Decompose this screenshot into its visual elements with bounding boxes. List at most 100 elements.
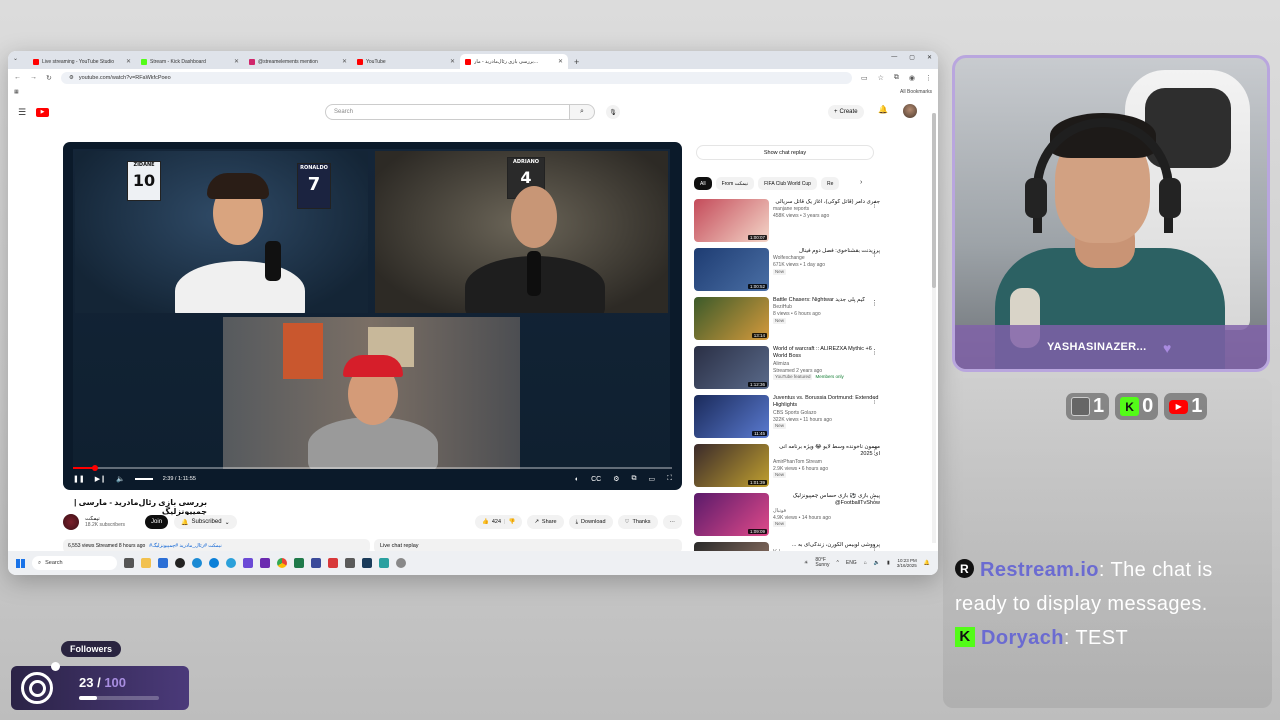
settings-icon[interactable] [396, 558, 406, 568]
new-tab-button[interactable]: + [574, 57, 579, 67]
language-indicator[interactable]: ENG [846, 560, 857, 566]
cast-icon[interactable]: ▭ [861, 74, 868, 82]
apps-icon[interactable]: ▦ [14, 89, 19, 95]
page-scrollbar[interactable] [932, 113, 936, 543]
recommendation-thumbnail[interactable]: 1:00:52 [694, 248, 769, 291]
recommendation-thumbnail[interactable]: 1:00:07 [694, 199, 769, 242]
settings-gear-icon[interactable]: ⚙ [613, 475, 619, 483]
browser-tab[interactable]: @streamelements mention ✕ [244, 54, 352, 69]
weather[interactable]: 80°F Sunny [815, 557, 829, 569]
browser-tab[interactable]: بررسی بازی رئال‌مادرید - مار... ✕ [460, 54, 568, 69]
channel-avatar[interactable] [63, 514, 79, 530]
next-icon[interactable]: ▶❙ [95, 475, 106, 483]
fullscreen-icon[interactable]: ⛶ [667, 475, 672, 483]
recommendation-item[interactable]: 1:00:07 جفری دامر (قاتل کوکی)، آغاز یک قا… [694, 199, 880, 248]
file-explorer-icon[interactable] [141, 558, 151, 568]
app-icon-1[interactable] [158, 558, 168, 568]
more-actions-button[interactable]: ⋯ [662, 515, 682, 529]
video-frame[interactable]: ZIDANE 10 RONALDO 7 ADRIANO 4 [73, 149, 670, 469]
recommendation-item[interactable]: 11:45 Juventus vs. Borussia Dortmund: Ext… [694, 395, 880, 444]
battery-icon[interactable]: ▮ [887, 560, 890, 566]
miniplayer-icon[interactable]: ⧉ [631, 475, 636, 483]
minimize-icon[interactable]: — [891, 54, 897, 61]
recommendation-title[interactable]: جفری دامر (قاتل کوکی)، آغاز یک قاتل سریا… [773, 199, 880, 206]
recommendation-item[interactable]: 1:12:36 World of warcraft :: ALIREZXA Myt… [694, 346, 880, 395]
bookmark-star-icon[interactable]: ☆ [878, 74, 884, 82]
video-player[interactable]: ZIDANE 10 RONALDO 7 ADRIANO 4 ❚❚ ▶❙ 🔈 2:… [63, 142, 682, 490]
filter-chip[interactable]: From نیمکت [715, 177, 755, 190]
recommendation-item[interactable]: 13:14 Battle Chasers: Nightwar گیم پلی جد… [694, 297, 880, 346]
like-button[interactable]: 👍 424 | 👎 [474, 515, 523, 529]
filter-chip[interactable]: Re [820, 177, 840, 190]
recommendation-title[interactable]: پرووشی لوبیس الکورن، زندگی‌ای به ... [773, 542, 880, 549]
more-options-icon[interactable]: ⋮ [871, 495, 878, 503]
more-options-icon[interactable]: ⋮ [871, 397, 878, 405]
search-input[interactable]: Search [325, 104, 570, 120]
omnibox[interactable]: ⚙ youtube.com/watch?v=RFaWkfcPoeo [60, 71, 852, 84]
network-icon[interactable]: ⌂ [864, 560, 867, 566]
captions-icon[interactable]: CC [591, 476, 601, 483]
recommendation-title[interactable]: پیش بازی ⚽ بازی حساس چمپیونزلیگ Football… [773, 493, 880, 508]
back-icon[interactable]: ← [14, 74, 21, 81]
recommendation-thumbnail[interactable]: 11:45 [694, 395, 769, 438]
taskbar-search[interactable]: ⌕ Search [32, 556, 117, 570]
reload-icon[interactable]: ↻ [46, 74, 52, 82]
app-icon-5[interactable] [294, 558, 304, 568]
filter-chip[interactable]: All [694, 177, 712, 190]
subscribed-button[interactable]: 🔔 Subscribed ⌄ [174, 515, 237, 529]
recommendation-channel[interactable]: AmirPhanTom Stream [773, 459, 880, 466]
more-options-icon[interactable]: ⋮ [871, 250, 878, 258]
volume-slider[interactable] [134, 478, 153, 480]
show-chat-replay-button[interactable]: Show chat replay [696, 145, 874, 160]
share-button[interactable]: ↗ Share [527, 515, 564, 529]
recommendation-thumbnail[interactable]: 1:01:39 [694, 444, 769, 487]
app-icon-3[interactable] [192, 558, 202, 568]
tab-close-icon[interactable]: ✕ [234, 58, 239, 65]
app-icon-4[interactable] [260, 558, 270, 568]
recommendation-channel[interactable]: فوتبال [773, 508, 880, 515]
voice-search-button[interactable]: 🎙 [606, 105, 620, 119]
recommendation-title[interactable]: پرزیدنت بقشناخوی: فصل دوم فینال [773, 248, 880, 255]
recommendation-item[interactable]: 1:01:39 مهمون ناخونده وسط لایو 😂 ویژه برن… [694, 444, 880, 493]
app-icon-8[interactable] [345, 558, 355, 568]
recommendation-title[interactable]: مهمون ناخونده وسط لایو 😂 ویژه برنامه آنی… [773, 444, 880, 459]
notifications-bell-icon[interactable]: 🔔 [878, 105, 888, 114]
menu-hamburger-icon[interactable]: ☰ [18, 107, 26, 118]
thanks-button[interactable]: ♡ Thanks [617, 515, 658, 529]
youtube-logo[interactable]: ▶ [36, 107, 50, 117]
tab-close-icon[interactable]: ✕ [558, 58, 563, 65]
task-view-icon[interactable] [124, 558, 134, 568]
tab-close-icon[interactable]: ✕ [342, 58, 347, 65]
clock[interactable]: 10:23 PM 3/16/2025 [897, 558, 917, 569]
app-icon-2[interactable] [175, 558, 185, 568]
more-options-icon[interactable]: ⋮ [871, 299, 878, 307]
pause-icon[interactable]: ❚❚ [73, 475, 85, 483]
recommendation-channel[interactable]: BeziHub [773, 304, 880, 311]
user-avatar[interactable] [903, 104, 917, 118]
recommendation-title[interactable]: World of warcraft :: ALIREZXA Mythic +6 … [773, 346, 880, 361]
create-button[interactable]: + Create [828, 105, 864, 119]
browser-tab[interactable]: Stream - Kick Dashboard ✕ [136, 54, 244, 69]
app-icon-9[interactable] [379, 558, 389, 568]
forward-icon[interactable]: → [30, 74, 37, 81]
download-button[interactable]: ⤓ Download [568, 515, 613, 529]
notification-icon[interactable]: 🔔 [924, 560, 930, 566]
steam-icon[interactable] [362, 558, 372, 568]
windows-start-icon[interactable] [16, 558, 25, 568]
recommendation-item[interactable]: 1:09:09 پیش بازی ⚽ بازی حساس چمپیونزلیگ F… [694, 493, 880, 542]
tray-chevron-icon[interactable]: ^ [837, 560, 839, 566]
recommendation-title[interactable]: Battle Chasers: Nightwar گیم پلی جدید [773, 297, 880, 304]
profile-icon[interactable]: ◉ [909, 74, 915, 82]
theater-mode-icon[interactable]: ▭ [648, 475, 655, 483]
chevron-right-icon[interactable]: › [860, 179, 862, 186]
menu-icon[interactable]: ⋮ [925, 74, 932, 82]
recommendation-channel[interactable]: Wolfexchange [773, 255, 880, 262]
site-info-icon[interactable]: ⚙ [69, 75, 74, 81]
recommendation-thumbnail[interactable]: 13:14 [694, 297, 769, 340]
browser-tab[interactable]: Live streaming - YouTube Studio ✕ [28, 54, 136, 69]
browser-tab[interactable]: YouTube ✕ [352, 54, 460, 69]
description-tags[interactable]: #نیمکت #رئال_مادرید #چمپیونزلیگ [149, 543, 221, 549]
join-button[interactable]: Join [145, 515, 169, 529]
app-icon-6[interactable] [311, 558, 321, 568]
recommendation-item[interactable]: 1:00:52 پرزیدنت بقشناخوی: فصل دوم فینال Wo… [694, 248, 880, 297]
